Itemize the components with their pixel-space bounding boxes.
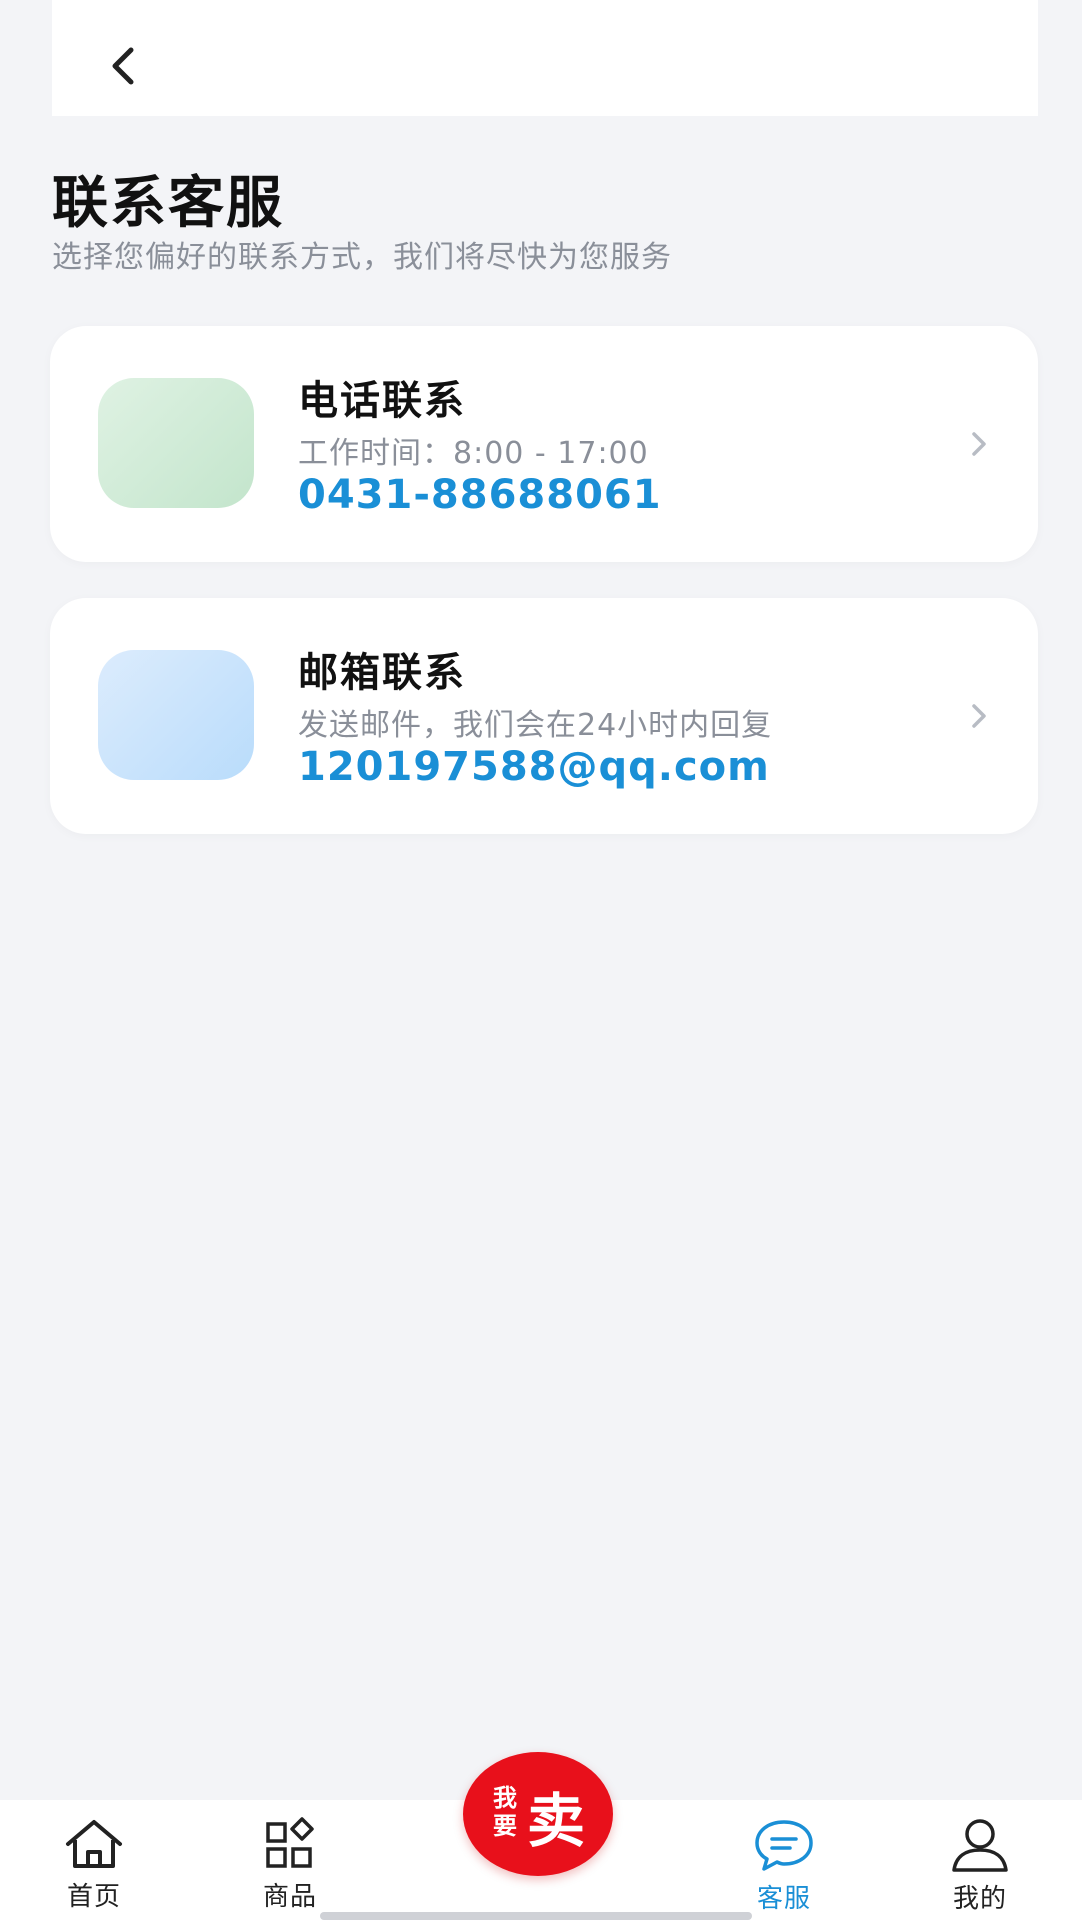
chat-bubble-icon [755,1820,813,1871]
grid-icon [266,1817,314,1868]
tab-service[interactable]: 客服 [714,1800,854,1924]
phone-contact-title: 电话联系 [298,378,466,424]
home-indicator [320,1912,752,1920]
tab-mine-label: 我的 [952,1884,1007,1914]
back-button[interactable] [92,36,152,96]
top-bar [52,0,1038,116]
phone-contact-card[interactable]: 电话联系 工作时间：8:00 - 17:00 0431-88688061 [50,326,1038,562]
email-reply-info: 发送邮件，我们会在24小时内回复 [298,708,773,743]
email-contact-title: 邮箱联系 [298,650,466,696]
chevron-right-icon [972,704,986,728]
tab-service-label: 客服 [756,1884,811,1914]
phone-number[interactable]: 0431-88688061 [298,472,662,518]
sell-button-small-label: 我要 [493,1784,517,1840]
tab-products[interactable]: 商品 [220,1800,360,1924]
user-icon [952,1819,1008,1872]
sell-button-big-label: 卖 [527,1787,586,1855]
chevron-right-icon [972,432,986,456]
chevron-left-icon [112,47,134,85]
tab-mine[interactable]: 我的 [910,1800,1050,1924]
email-icon [98,650,254,780]
email-contact-card[interactable]: 邮箱联系 发送邮件，我们会在24小时内回复 120197588@qq.com [50,598,1038,834]
phone-icon [98,378,254,508]
home-icon [66,1820,122,1868]
tab-home-label: 首页 [66,1882,121,1912]
phone-working-hours: 工作时间：8:00 - 17:00 [298,436,649,471]
tab-home[interactable]: 首页 [24,1800,164,1924]
email-address[interactable]: 120197588@qq.com [298,744,770,790]
page-subtitle: 选择您偏好的联系方式，我们将尽快为您服务 [52,240,672,275]
tab-products-label: 商品 [262,1882,317,1912]
sell-button[interactable]: 我要 卖 [463,1752,613,1876]
page-title: 联系客服 [52,171,284,236]
